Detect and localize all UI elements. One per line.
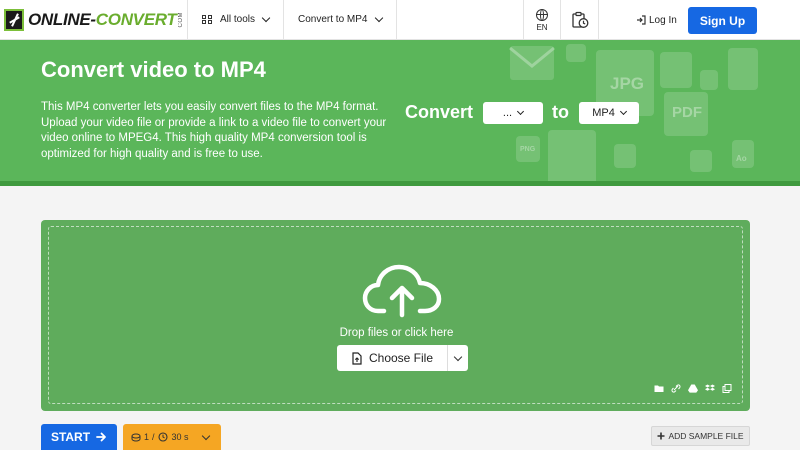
link-icon[interactable] [671,384,681,393]
upload-sources [654,384,732,393]
add-sample-file-button[interactable]: ADD SAMPLE FILE [651,426,750,446]
language-selector[interactable]: EN [523,0,561,40]
credits-count: 1 [144,432,150,442]
login-label: Log In [649,14,677,26]
clipboard-clock-icon [571,11,588,28]
source-format-value: ... [502,107,513,119]
coins-icon [131,433,141,442]
plus-icon [657,432,665,440]
archive-file-icon [690,150,712,172]
globe-icon [536,8,548,21]
chevron-down-icon [374,13,383,23]
clock-icon [157,432,168,442]
cloud-upload-icon [362,264,442,318]
deco-pdf-text: PDF [672,104,702,121]
hero-divider [0,181,800,186]
chevron-down-icon [517,107,525,116]
choose-file-dropdown[interactable] [448,345,468,371]
convert-label: Convert [405,102,474,122]
add-sample-file-label: ADD SAMPLE FILE [668,431,744,441]
logo-icon [4,8,24,31]
hero-banner: JPG PDF PNG Ao Convert video to MP4 This… [0,40,800,185]
grid-icon [202,14,212,25]
start-label: START [50,430,91,444]
start-button[interactable]: START [41,424,117,450]
signup-button[interactable]: Sign Up [688,7,757,34]
to-label: to [552,102,569,122]
page-title: Convert video to MP4 [41,57,266,82]
logo-suffix: COM [177,11,184,28]
target-format-select[interactable]: MP4 [579,102,639,124]
file-upload-icon [352,351,362,365]
sheet-file-icon [614,144,636,168]
all-tools-label: All tools [220,14,256,25]
chevron-down-icon [201,431,210,440]
credits-selector[interactable]: 1 / 30 s [123,424,221,450]
upload-dropzone[interactable]: Drop files or click here Choose File [41,220,750,411]
credits-separator: / [152,432,155,442]
onedrive-copy-icon[interactable] [722,384,732,393]
deco-png-text: PNG [520,146,536,153]
source-format-select[interactable]: ... [483,102,543,124]
chevron-down-icon [619,107,627,116]
dropbox-icon[interactable] [705,384,715,393]
login-link[interactable]: Log In [636,0,677,40]
chevron-down-icon [261,13,271,23]
dropzone-border: Drop files or click here Choose File [48,226,743,404]
deco-jpg-text: JPG [610,74,645,93]
login-icon [637,15,646,25]
history-button[interactable] [561,0,599,40]
envelope-icon [509,46,555,80]
all-tools-menu[interactable]: All tools [188,0,285,40]
logo-text: ONLINE-CONVERT [28,9,177,29]
chart-image-icon [548,130,596,185]
choose-file-button[interactable]: Choose File [337,345,448,371]
image-file-icon [660,52,692,88]
credits-time: 30 s [171,432,189,442]
convert-to-label: Convert to MP4 [298,14,368,25]
top-header: ONLINE-CONVERT COM All tools Convert to … [0,0,800,40]
chevron-down-icon [453,352,463,361]
deco-ao-text: Ao [736,154,747,163]
doc-file-icon [700,70,718,90]
small-doc-icon [566,44,586,62]
google-drive-icon[interactable] [688,384,698,393]
language-label: EN [536,22,548,32]
convert-to-menu[interactable]: Convert to MP4 [284,0,397,40]
arrow-right-icon [96,432,106,442]
page-description: This MP4 converter lets you easily conve… [41,101,387,160]
target-format-value: MP4 [592,107,615,119]
choose-file-label: Choose File [368,351,434,365]
drop-files-text: Drop files or click here [339,327,454,339]
folder-icon[interactable] [654,384,664,393]
choose-file-group: Choose File [337,345,468,371]
site-logo[interactable]: ONLINE-CONVERT COM [0,0,188,40]
chart-file-icon [728,48,758,90]
